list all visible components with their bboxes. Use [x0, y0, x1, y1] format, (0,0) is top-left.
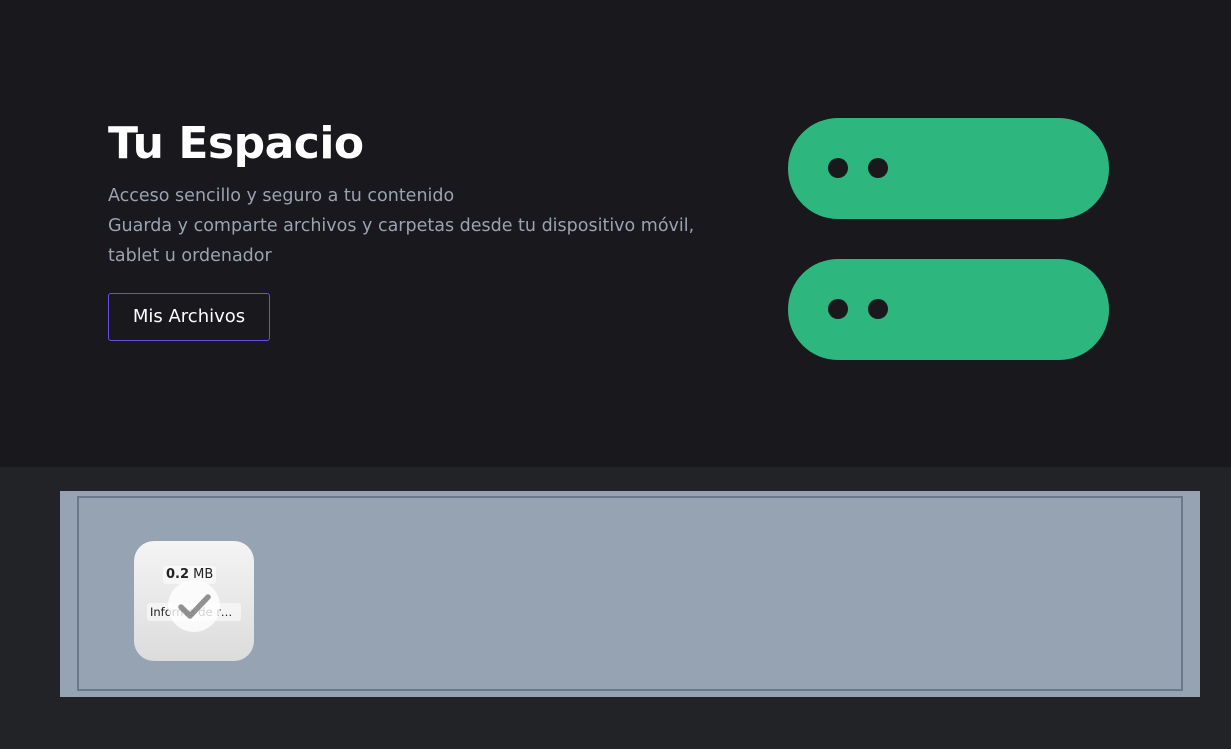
server-light-bottom-1 [828, 299, 848, 319]
server-icon [788, 118, 1109, 360]
hero-description: Guarda y comparte archivos y carpetas de… [108, 216, 695, 266]
file-preview[interactable]: 0.2 MB Informe de re... [134, 541, 254, 661]
hero-text: Acceso sencillo y seguro a tu contenido … [108, 181, 708, 271]
server-light-top-2 [868, 158, 888, 178]
hero-subtitle: Acceso sencillo y seguro a tu contenido [108, 186, 455, 206]
server-light-top-1 [828, 158, 848, 178]
my-files-button[interactable]: Mis Archivos [108, 293, 270, 341]
hero-title: Tu Espacio [108, 118, 364, 169]
server-light-bottom-2 [868, 299, 888, 319]
dropzone-border[interactable]: 0.2 MB Informe de re... [77, 496, 1183, 691]
hero-section: Tu Espacio Acceso sencillo y seguro a tu… [0, 0, 1231, 467]
checkmark-icon [168, 580, 220, 632]
file-dropzone[interactable]: 0.2 MB Informe de re... [60, 491, 1200, 697]
